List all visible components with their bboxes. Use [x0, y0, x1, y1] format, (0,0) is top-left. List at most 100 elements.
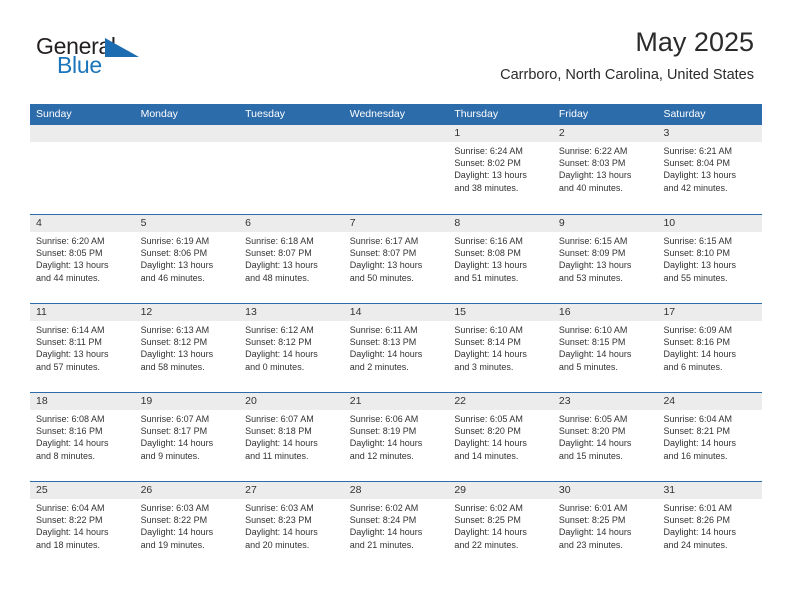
day-cell-empty	[343, 125, 449, 214]
day-detail-line: and 38 minutes.	[454, 182, 519, 193]
day-detail-line: Sunrise: 6:04 AM	[663, 414, 733, 424]
day-detail-line: Sunset: 8:12 PM	[140, 337, 208, 348]
day-cell[interactable]: 15 Sunrise: 6:10 AM Sunset: 8:14 PM Dayligh…	[448, 304, 553, 392]
day-detail-line: Sunrise: 6:15 AM	[663, 236, 733, 246]
day-detail-line: Daylight: 14 hours	[36, 438, 109, 449]
day-detail-line: Sunrise: 6:07 AM	[245, 414, 314, 424]
day-detail-line: Sunset: 8:11 PM	[36, 337, 102, 348]
day-detail-line: Daylight: 13 hours	[663, 260, 737, 271]
day-number: 11	[30, 304, 135, 321]
day-detail-line: Sunrise: 6:24 AM	[454, 146, 523, 156]
day-number: 28	[343, 482, 449, 499]
day-number: 15	[448, 304, 553, 321]
day-detail-line: and 12 minutes.	[349, 450, 414, 461]
day-cell[interactable]: 22 Sunrise: 6:05 AM Sunset: 8:20 PM Dayligh…	[448, 393, 553, 481]
day-cell[interactable]: 2 Sunrise: 6:22 AM Sunset: 8:03 PM Daylight…	[552, 125, 658, 214]
day-detail-line: Sunset: 8:06 PM	[140, 248, 208, 259]
logo-word-blue: Blue	[57, 52, 102, 78]
day-number: 27	[239, 482, 344, 499]
day-detail-line: Sunrise: 6:09 AM	[663, 325, 733, 335]
day-cell[interactable]: 4 Sunrise: 6:20 AM Sunset: 8:05 PM Daylight…	[30, 215, 135, 303]
day-detail-line: Daylight: 14 hours	[349, 438, 423, 449]
day-cell[interactable]: 18 Sunrise: 6:08 AM Sunset: 8:16 PM Dayligh…	[30, 393, 135, 481]
blue-triangle-flag-icon	[105, 38, 139, 57]
day-cell[interactable]: 30 Sunrise: 6:01 AM Sunset: 8:25 PM Dayligh…	[552, 482, 658, 570]
day-cell[interactable]: 29 Sunrise: 6:02 AM Sunset: 8:25 PM Dayligh…	[448, 482, 553, 570]
day-detail-line: and 0 minutes.	[245, 361, 305, 372]
day-detail-line: and 9 minutes.	[140, 450, 200, 461]
day-detail-line: Sunset: 8:07 PM	[245, 248, 312, 259]
day-cell[interactable]: 5 Sunrise: 6:19 AM Sunset: 8:06 PM Daylight…	[134, 215, 240, 303]
day-cell[interactable]: 13 Sunrise: 6:12 AM Sunset: 8:12 PM Dayligh…	[239, 304, 344, 392]
day-cell[interactable]: 28 Sunrise: 6:02 AM Sunset: 8:24 PM Dayligh…	[343, 482, 449, 570]
day-number: 23	[552, 393, 658, 410]
day-detail-line: and 18 minutes.	[36, 539, 101, 550]
day-details: Sunrise: 6:10 AM Sunset: 8:15 PM Daylight:…	[553, 321, 658, 373]
day-detail-line: and 57 minutes.	[36, 361, 101, 372]
day-cell[interactable]: 24 Sunrise: 6:04 AM Sunset: 8:21 PM Dayligh…	[657, 393, 763, 481]
calendar-table: Sunday Monday Tuesday Wednesday Thursday Frid…	[30, 104, 763, 570]
day-cell[interactable]: 9 Sunrise: 6:15 AM Sunset: 8:09 PM Daylight…	[552, 215, 658, 303]
day-details: Sunrise: 6:17 AM Sunset: 8:07 PM Daylight:…	[344, 232, 449, 284]
day-cell[interactable]: 1 Sunrise: 6:24 AM Sunset: 8:02 PM Daylight…	[448, 125, 553, 214]
day-number: 1	[448, 125, 553, 142]
day-detail-line: Sunset: 8:16 PM	[663, 337, 731, 348]
day-detail-line: Sunset: 8:24 PM	[349, 515, 417, 526]
title-block: May 2025 Carrboro, North Carolina, Unite…	[500, 27, 754, 82]
day-number	[239, 125, 344, 142]
day-detail-line: Sunset: 8:22 PM	[140, 515, 208, 526]
day-cell[interactable]: 31 Sunrise: 6:01 AM Sunset: 8:26 PM Dayligh…	[657, 482, 763, 570]
day-detail-line: Daylight: 14 hours	[454, 349, 527, 360]
weekday-header-thursday: Thursday	[454, 108, 499, 120]
day-number: 18	[30, 393, 135, 410]
day-cell[interactable]: 11 Sunrise: 6:14 AM Sunset: 8:11 PM Dayligh…	[30, 304, 135, 392]
day-number: 30	[552, 482, 658, 499]
day-cell[interactable]: 16 Sunrise: 6:10 AM Sunset: 8:15 PM Dayligh…	[552, 304, 658, 392]
day-cell[interactable]: 27 Sunrise: 6:03 AM Sunset: 8:23 PM Dayligh…	[239, 482, 344, 570]
day-detail-line: Daylight: 13 hours	[558, 260, 632, 271]
week-row: 18 Sunrise: 6:08 AM Sunset: 8:16 PM Dayligh…	[30, 392, 763, 481]
weekday-header-friday: Friday	[558, 108, 589, 120]
day-cell[interactable]: 7 Sunrise: 6:17 AM Sunset: 8:07 PM Daylight…	[343, 215, 449, 303]
day-cell[interactable]: 17 Sunrise: 6:09 AM Sunset: 8:16 PM Dayligh…	[657, 304, 763, 392]
day-cell[interactable]: 14 Sunrise: 6:11 AM Sunset: 8:13 PM Dayligh…	[343, 304, 449, 392]
day-cell[interactable]: 8 Sunrise: 6:16 AM Sunset: 8:08 PM Daylight…	[448, 215, 553, 303]
day-cell[interactable]: 21 Sunrise: 6:06 AM Sunset: 8:19 PM Dayligh…	[343, 393, 449, 481]
day-cell[interactable]: 10 Sunrise: 6:15 AM Sunset: 8:10 PM Dayligh…	[657, 215, 763, 303]
day-details: Sunrise: 6:06 AM Sunset: 8:19 PM Daylight:…	[344, 410, 449, 462]
day-detail-line: Sunset: 8:19 PM	[349, 426, 417, 437]
day-detail-line: Daylight: 14 hours	[140, 438, 214, 449]
calendar-body: 1 Sunrise: 6:24 AM Sunset: 8:02 PM Daylight…	[30, 125, 763, 570]
day-detail-line: Daylight: 13 hours	[140, 260, 214, 271]
day-detail-line: and 50 minutes.	[349, 272, 414, 283]
day-detail-line: and 44 minutes.	[36, 272, 101, 283]
day-detail-line: Sunset: 8:04 PM	[663, 158, 731, 169]
day-cell[interactable]: 3 Sunrise: 6:21 AM Sunset: 8:04 PM Daylight…	[657, 125, 763, 214]
day-detail-line: Sunset: 8:17 PM	[140, 426, 208, 437]
day-cell[interactable]: 26 Sunrise: 6:03 AM Sunset: 8:22 PM Dayligh…	[134, 482, 240, 570]
day-details: Sunrise: 6:07 AM Sunset: 8:17 PM Daylight:…	[135, 410, 240, 462]
day-detail-line: and 2 minutes.	[349, 361, 409, 372]
day-cell[interactable]: 25 Sunrise: 6:04 AM Sunset: 8:22 PM Dayligh…	[30, 482, 135, 570]
day-cell[interactable]: 12 Sunrise: 6:13 AM Sunset: 8:12 PM Dayligh…	[134, 304, 240, 392]
day-detail-line: and 53 minutes.	[558, 272, 623, 283]
day-detail-line: Sunrise: 6:15 AM	[558, 236, 628, 246]
day-detail-line: and 14 minutes.	[454, 450, 519, 461]
day-detail-line: Daylight: 14 hours	[558, 438, 632, 449]
day-detail-line: Sunset: 8:09 PM	[558, 248, 626, 259]
day-detail-line: Daylight: 14 hours	[663, 438, 737, 449]
day-cell[interactable]: 20 Sunrise: 6:07 AM Sunset: 8:18 PM Dayligh…	[239, 393, 344, 481]
day-cell[interactable]: 6 Sunrise: 6:18 AM Sunset: 8:07 PM Daylight…	[239, 215, 344, 303]
general-blue-logo[interactable]: General Blue	[36, 33, 196, 79]
weekday-header-saturday: Saturday	[663, 108, 706, 120]
day-detail-line: Sunrise: 6:18 AM	[245, 236, 314, 246]
day-detail-line: Sunrise: 6:08 AM	[36, 414, 105, 424]
day-cell[interactable]: 19 Sunrise: 6:07 AM Sunset: 8:17 PM Dayligh…	[134, 393, 240, 481]
day-detail-line: and 48 minutes.	[245, 272, 310, 283]
day-detail-line: Sunrise: 6:12 AM	[245, 325, 314, 335]
day-detail-line: Daylight: 14 hours	[558, 349, 632, 360]
day-detail-line: Sunset: 8:25 PM	[454, 515, 521, 526]
day-cell[interactable]: 23 Sunrise: 6:05 AM Sunset: 8:20 PM Dayligh…	[552, 393, 658, 481]
day-detail-line: Daylight: 14 hours	[349, 527, 423, 538]
day-number	[343, 125, 449, 142]
